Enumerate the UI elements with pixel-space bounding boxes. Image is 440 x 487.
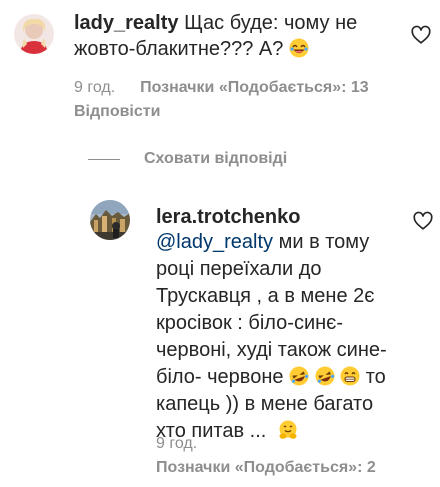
hugging-emoji-icon	[278, 420, 298, 447]
reply-text: @lady_realty ми в тому році переїхали до…	[156, 229, 426, 445]
reply-text-line2: році переїхали до	[156, 258, 322, 280]
reply-text-line1: ми в тому	[273, 231, 370, 253]
avatar[interactable]	[14, 14, 54, 54]
reply-time: 9 год.	[156, 435, 198, 452]
reply-username[interactable]: lera.trotchenko	[156, 206, 300, 228]
comment-username[interactable]: lady_realty	[74, 12, 179, 34]
reply-text-line6-end: то	[365, 366, 386, 388]
hide-replies-toggle[interactable]: Сховати відповіді	[88, 147, 287, 171]
rofl-emoji-icon	[289, 366, 309, 393]
divider-line	[88, 158, 120, 160]
avatar[interactable]	[90, 200, 130, 240]
likes-count-link[interactable]: Позначки «Подобається»: 13	[140, 79, 369, 96]
comment-text-line2: жовто-блакитне??? А?	[74, 38, 284, 60]
laughing-emoji-icon	[289, 38, 309, 65]
reply-text-line6-start: біло- червоне	[156, 366, 284, 388]
comment-text: Щас буде: чому не	[184, 12, 358, 34]
reply-text-line4: кросівок : біло-синє-	[156, 312, 344, 334]
reply-text-line7: капець )) в мене багато	[156, 393, 374, 415]
likes-count-link[interactable]: Позначки «Подобається»: 2	[156, 459, 376, 476]
hide-replies-label: Сховати відповіді	[144, 150, 288, 167]
reply-button[interactable]: Відповісти	[74, 103, 160, 120]
grinning-emoji-icon	[340, 366, 360, 393]
reply-text-line5: червоні, худі також сине-	[156, 339, 387, 361]
reply-text-line3: Трускавця , а в мене 2є	[156, 285, 375, 307]
like-heart-icon[interactable]	[410, 24, 432, 46]
mention-link[interactable]: @lady_realty	[156, 231, 273, 253]
rofl-emoji-icon	[315, 366, 335, 393]
comment-time: 9 год.	[74, 79, 116, 96]
